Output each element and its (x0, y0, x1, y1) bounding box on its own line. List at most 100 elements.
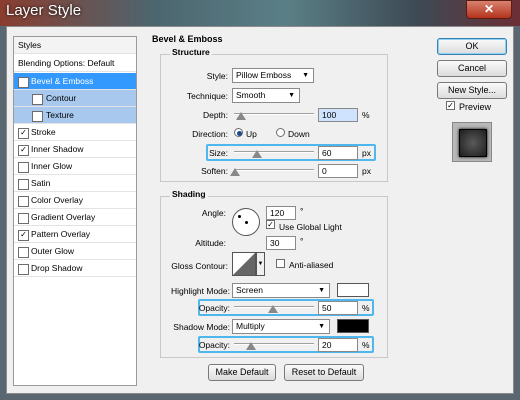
style-item-label: Bevel & Emboss (31, 76, 94, 86)
style-checkbox[interactable] (18, 196, 29, 207)
soften-slider-thumb[interactable] (230, 168, 240, 176)
style-item-gradient-overlay[interactable]: Gradient Overlay (14, 209, 136, 226)
styles-panel: Styles Blending Options: Default ✓ Bevel … (13, 36, 137, 386)
highlight-opacity-label: Opacity: (198, 303, 230, 313)
size-slider[interactable] (234, 151, 314, 153)
direction-down-label: Down (288, 129, 310, 139)
style-item-label: Pattern Overlay (31, 229, 91, 239)
style-item-label: Satin (31, 178, 51, 188)
style-checkbox[interactable]: ✓ (18, 77, 29, 88)
style-checkbox[interactable] (18, 179, 29, 190)
style-item-label: Contour (46, 93, 77, 103)
anti-aliased-checkbox[interactable] (276, 259, 285, 268)
style-item-inner-shadow[interactable]: ✓ Inner Shadow (14, 141, 136, 158)
anti-aliased-label: Anti-aliased (289, 260, 334, 270)
depth-label: Depth: (202, 110, 228, 120)
direction-up-label: Up (246, 129, 257, 139)
style-item-pattern-overlay[interactable]: ✓ Pattern Overlay (14, 226, 136, 243)
angle-input[interactable]: 120 (266, 206, 296, 220)
technique-dropdown[interactable]: Smooth ▼ (232, 88, 300, 103)
chevron-down-icon: ▼ (288, 92, 295, 99)
soften-label: Soften: (201, 166, 228, 176)
angle-degree: ° (300, 206, 304, 216)
style-item-label: Inner Shadow (31, 144, 84, 154)
style-checkbox[interactable] (32, 94, 43, 105)
highlight-mode-value: Screen (236, 285, 263, 295)
style-item-label: Color Overlay (31, 195, 83, 205)
size-input[interactable]: 60 (318, 146, 358, 160)
chevron-down-icon[interactable]: ▼ (256, 252, 265, 276)
style-checkbox[interactable] (18, 162, 29, 173)
close-button[interactable]: ✕ (466, 0, 512, 19)
soften-unit: px (362, 166, 371, 176)
size-slider-thumb[interactable] (252, 150, 262, 158)
style-label: Style: (206, 71, 228, 81)
shadow-mode-value: Multiply (236, 321, 265, 331)
shadow-opacity-thumb[interactable] (246, 342, 256, 350)
reset-default-button[interactable]: Reset to Default (284, 364, 364, 381)
blending-options-item[interactable]: Blending Options: Default (14, 55, 136, 72)
highlight-opacity-input[interactable]: 50 (318, 301, 358, 315)
depth-slider-thumb[interactable] (236, 112, 246, 120)
style-checkbox[interactable] (18, 247, 29, 258)
style-item-outer-glow[interactable]: Outer Glow (14, 243, 136, 260)
style-item-label: Gradient Overlay (31, 212, 96, 222)
structure-title: Structure (170, 47, 212, 57)
style-checkbox[interactable] (32, 111, 43, 122)
shadow-opacity-input[interactable]: 20 (318, 338, 358, 352)
styles-header-label: Styles (18, 40, 42, 50)
style-item-contour[interactable]: Contour (14, 90, 136, 107)
highlight-opacity-thumb[interactable] (268, 305, 278, 313)
style-checkbox[interactable]: ✓ (18, 128, 29, 139)
direction-up-radio[interactable] (234, 128, 243, 137)
preview-checkbox[interactable]: ✓ (446, 101, 455, 110)
style-item-label: Drop Shadow (31, 263, 83, 273)
gloss-contour-label: Gloss Contour: (171, 261, 228, 271)
highlight-mode-dropdown[interactable]: Screen ▼ (232, 283, 330, 298)
shadow-color-swatch[interactable] (337, 319, 369, 333)
style-item-label: Inner Glow (31, 161, 73, 171)
soften-input[interactable]: 0 (318, 164, 358, 178)
style-item-texture[interactable]: Texture (14, 107, 136, 124)
style-checkbox[interactable]: ✓ (18, 230, 29, 241)
style-checkbox[interactable] (18, 264, 29, 275)
shading-title: Shading (170, 189, 208, 199)
angle-dial[interactable] (232, 208, 260, 236)
altitude-input[interactable]: 30 (266, 236, 296, 250)
angle-label: Angle: (201, 208, 226, 218)
style-preview-thumbnail (452, 122, 492, 162)
style-checkbox[interactable] (18, 213, 29, 224)
ok-button[interactable]: OK (437, 38, 507, 55)
style-item-drop-shadow[interactable]: Drop Shadow (14, 260, 136, 277)
highlight-color-swatch[interactable] (337, 283, 369, 297)
style-checkbox[interactable]: ✓ (18, 145, 29, 156)
global-light-checkbox[interactable]: ✓ (266, 220, 275, 229)
cancel-button[interactable]: Cancel (437, 60, 507, 77)
depth-unit: % (362, 110, 370, 120)
style-item-color-overlay[interactable]: Color Overlay (14, 192, 136, 209)
style-item-bevel-emboss[interactable]: ✓ Bevel & Emboss (14, 73, 136, 90)
soften-slider[interactable] (234, 169, 314, 171)
depth-input[interactable]: 100 (318, 108, 358, 122)
direction-label: Direction: (192, 129, 228, 139)
direction-down-radio[interactable] (276, 128, 285, 137)
size-label: Size: (209, 148, 228, 158)
shadow-mode-dropdown[interactable]: Multiply ▼ (232, 319, 330, 334)
chevron-down-icon: ▼ (318, 323, 325, 330)
size-unit: px (362, 148, 371, 158)
bevel-emboss-title: Bevel & Emboss (150, 34, 225, 44)
styles-header[interactable]: Styles (14, 37, 136, 54)
altitude-degree: ° (300, 236, 304, 246)
style-item-stroke[interactable]: ✓ Stroke (14, 124, 136, 141)
style-item-inner-glow[interactable]: Inner Glow (14, 158, 136, 175)
technique-value: Smooth (236, 90, 266, 100)
gloss-contour-preview[interactable] (232, 252, 256, 276)
chevron-down-icon: ▼ (318, 287, 325, 294)
style-item-satin[interactable]: Satin (14, 175, 136, 192)
highlight-mode-label: Highlight Mode: (170, 286, 230, 296)
make-default-button[interactable]: Make Default (208, 364, 276, 381)
new-style-button[interactable]: New Style... (437, 82, 507, 99)
shadow-opacity-unit: % (362, 340, 370, 350)
style-dropdown[interactable]: Pillow Emboss ▼ (232, 68, 314, 83)
depth-slider[interactable] (234, 113, 314, 115)
